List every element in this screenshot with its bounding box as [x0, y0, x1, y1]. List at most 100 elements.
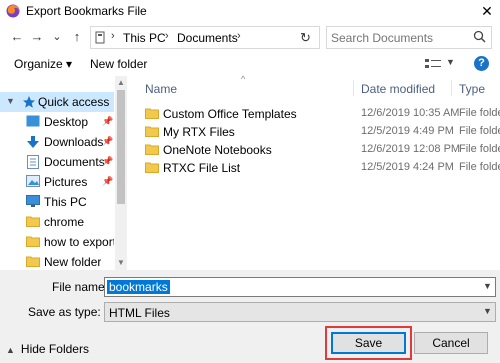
column-header-date-modified[interactable]: Date modified — [361, 82, 435, 96]
file-date: 12/5/2019 4:24 PM — [361, 161, 454, 173]
sidebar-item-chrome[interactable]: chrome — [0, 212, 114, 232]
documents-icon — [27, 155, 39, 169]
file-row[interactable]: RTXC File List 12/5/2019 4:24 PM File fo… — [141, 158, 500, 177]
breadcrumb-separator[interactable]: › — [237, 30, 241, 42]
sidebar-item-label: Quick access — [38, 95, 110, 109]
sort-ascending-icon: ^ — [241, 74, 246, 84]
folder-icon — [145, 162, 159, 173]
file-name-label: File name: — [52, 280, 109, 294]
close-icon[interactable]: ✕ — [479, 3, 495, 19]
pin-icon: 📌 — [102, 136, 114, 146]
save-button[interactable]: Save — [331, 332, 406, 354]
save-type-select[interactable]: HTML Files ▼ — [104, 302, 496, 322]
chevron-down-icon[interactable]: ▼ — [483, 306, 492, 316]
sidebar-item-label: Desktop — [44, 115, 89, 129]
chevron-down-icon[interactable]: ▼ — [6, 96, 15, 106]
folder-icon — [145, 108, 159, 119]
download-arrow-icon — [27, 136, 39, 148]
view-options-icon[interactable] — [424, 57, 442, 71]
folder-icon — [26, 256, 40, 267]
sidebar-item-label: chrome — [44, 215, 85, 229]
firefox-icon — [6, 4, 20, 18]
up-icon[interactable]: ↑ — [70, 29, 84, 45]
folder-icon — [145, 126, 159, 137]
save-type-label: Save as type: — [28, 305, 101, 319]
back-icon[interactable]: ← — [10, 29, 24, 45]
sidebar-item-label: Downloads — [44, 135, 104, 149]
title-bar: Export Bookmarks File ✕ — [0, 0, 500, 22]
sidebar-item-desktop[interactable]: Desktop 📌 — [0, 112, 114, 132]
breadcrumb-separator: › — [111, 30, 115, 42]
file-name-value[interactable]: bookmarks — [107, 280, 170, 294]
column-divider[interactable] — [353, 80, 354, 96]
file-row[interactable]: Custom Office Templates 12/6/2019 10:35 … — [141, 104, 500, 123]
pin-icon: 📌 — [102, 156, 114, 166]
sidebar-item-label: Documents — [44, 155, 105, 169]
breadcrumb-this-pc[interactable]: This PC — [123, 31, 166, 45]
column-header-name[interactable]: Name — [145, 82, 177, 96]
file-date: 12/5/2019 4:49 PM — [361, 125, 454, 137]
sidebar-item-how-to-export[interactable]: how to export bo — [0, 232, 114, 252]
monitor-icon — [26, 195, 40, 207]
refresh-icon[interactable]: ↻ — [300, 30, 311, 46]
navigation-scrollbar[interactable]: ▲ ▼ — [115, 76, 127, 270]
chevron-up-icon: ▲ — [6, 345, 15, 355]
pin-icon: 📌 — [102, 176, 114, 186]
new-folder-button[interactable]: New folder — [90, 57, 147, 71]
cancel-button[interactable]: Cancel — [414, 332, 488, 354]
file-date: 12/6/2019 10:35 AM — [361, 107, 460, 119]
sidebar-item-label: This PC — [44, 195, 87, 209]
file-type: File folder — [459, 125, 500, 137]
file-name-field[interactable]: bookmarks ▼ — [104, 277, 496, 297]
sidebar-item-this-pc[interactable]: This PC — [0, 192, 114, 212]
navigation-pane: ▼ Quick access Desktop 📌 Downloads 📌 Doc… — [0, 86, 127, 270]
save-type-value: HTML Files — [109, 306, 170, 320]
pin-icon: 📌 — [102, 116, 114, 126]
scroll-up-icon[interactable]: ▲ — [117, 78, 125, 87]
hide-folders-toggle[interactable]: ▲ Hide Folders — [6, 342, 89, 356]
file-type: File folder — [459, 143, 500, 155]
forward-icon[interactable]: → — [30, 29, 44, 45]
sidebar-item-new-folder[interactable]: New folder — [0, 252, 114, 270]
file-list: ^ Name Date modified Type Custom Office … — [137, 74, 500, 270]
window-title: Export Bookmarks File — [26, 4, 147, 18]
address-bar[interactable]: › This PC › Documents › — [90, 26, 320, 49]
folder-icon — [26, 236, 40, 247]
command-bar: Organize ▾ New folder ▼ ? — [0, 52, 500, 76]
scroll-down-icon[interactable]: ▼ — [117, 258, 125, 267]
search-input[interactable] — [331, 30, 471, 46]
hide-folders-label: Hide Folders — [20, 342, 89, 356]
sidebar-item-quick-access[interactable]: ▼ Quick access — [0, 92, 114, 112]
chevron-down-icon[interactable]: ▼ — [483, 281, 492, 291]
search-box[interactable] — [326, 26, 492, 49]
file-type: File folder — [459, 107, 500, 119]
organize-button[interactable]: Organize ▾ — [14, 57, 72, 71]
column-header-type[interactable]: Type — [459, 82, 485, 96]
breadcrumb-documents[interactable]: Documents — [177, 31, 238, 45]
file-name: My RTX Files — [163, 125, 235, 139]
scrollbar-thumb[interactable] — [117, 90, 125, 204]
sidebar-item-pictures[interactable]: Pictures 📌 — [0, 172, 114, 192]
sidebar-item-label: New folder — [44, 255, 102, 269]
file-type: File folder — [459, 161, 500, 173]
save-form: File name: bookmarks ▼ Save as type: HTM… — [0, 270, 500, 363]
monitor-icon — [95, 31, 105, 44]
desktop-folder-icon — [26, 115, 40, 127]
file-name: OneNote Notebooks — [163, 143, 272, 157]
folder-icon — [145, 144, 159, 155]
help-icon[interactable]: ? — [474, 56, 489, 71]
file-row[interactable]: OneNote Notebooks 12/6/2019 12:08 PM Fil… — [141, 140, 500, 159]
sidebar-item-downloads[interactable]: Downloads 📌 — [0, 132, 114, 152]
breadcrumb-separator[interactable]: › — [165, 30, 169, 42]
view-dropdown-icon[interactable]: ▼ — [446, 57, 455, 67]
search-icon — [473, 30, 486, 43]
recent-locations-icon[interactable]: ⌄ — [50, 29, 64, 45]
column-divider[interactable] — [451, 80, 452, 96]
sidebar-item-label: Pictures — [44, 175, 88, 189]
star-icon — [23, 96, 35, 108]
sidebar-item-documents[interactable]: Documents 📌 — [0, 152, 114, 172]
sidebar-item-label: how to export bo — [44, 235, 114, 249]
file-name: Custom Office Templates — [163, 107, 297, 121]
file-date: 12/6/2019 12:08 PM — [361, 143, 461, 155]
file-row[interactable]: My RTX Files 12/5/2019 4:49 PM File fold… — [141, 122, 500, 141]
